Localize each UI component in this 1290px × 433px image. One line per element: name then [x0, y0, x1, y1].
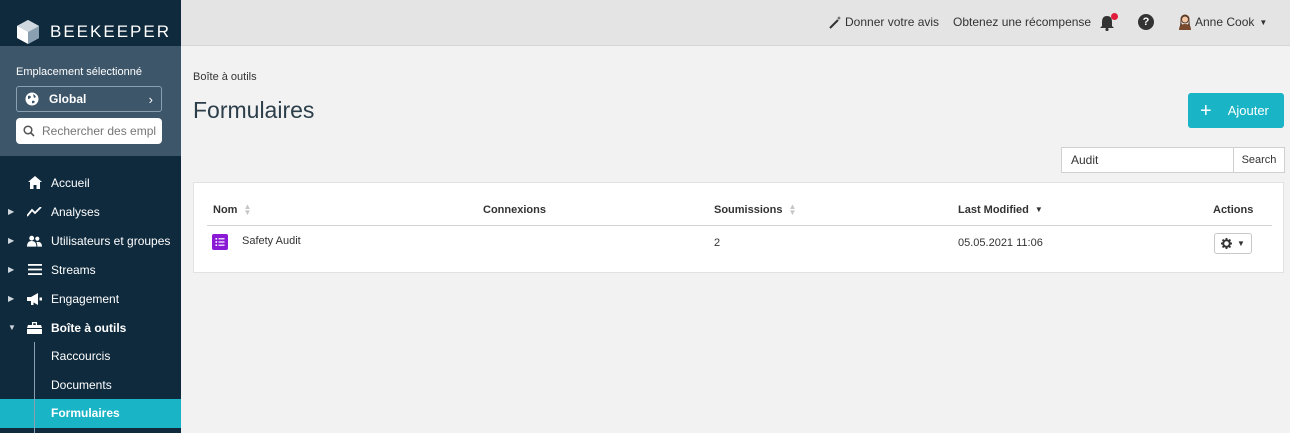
location-select[interactable]: Global › [16, 86, 162, 112]
sidebar-item-label: Boîte à outils [51, 320, 127, 335]
plus-icon: + [1200, 99, 1212, 122]
location-selected: Global [49, 92, 87, 106]
chevron-down-icon: ▼ [1237, 239, 1245, 248]
cell-last-modified: 05.05.2021 11:06 [958, 237, 1043, 249]
reward-link[interactable]: Obtenez une récompense [953, 15, 1091, 29]
column-header-submissions[interactable]: Soumissions ▲ ▼ [714, 202, 797, 217]
caret-right-icon[interactable]: ▶ [8, 265, 14, 274]
sidebar: BEEKEEPER Emplacement sélectionné Global… [0, 0, 181, 433]
notification-badge [1111, 13, 1118, 20]
location-search-input[interactable] [42, 124, 156, 138]
location-label: Emplacement sélectionné [16, 66, 142, 78]
brand-name: BEEKEEPER [50, 22, 171, 41]
sidebar-item-engagement[interactable]: ▶ Engagement [0, 284, 181, 313]
sidebar-item-streams[interactable]: ▶ Streams [0, 255, 181, 284]
feedback-label: Donner votre avis [845, 15, 940, 29]
column-header-label: Actions [1213, 204, 1254, 216]
caret-right-icon[interactable]: ▶ [8, 207, 14, 216]
sidebar-item-label: Streams [51, 262, 96, 277]
sidebar-subitem-raccourcis[interactable]: Raccourcis [0, 342, 181, 371]
row-actions-button[interactable]: ▼ [1214, 233, 1252, 254]
chart-line-icon [27, 205, 42, 219]
search-icon [23, 125, 35, 137]
sort-desc-icon: ▼ [1034, 205, 1043, 215]
sidebar-subitem-label: Raccourcis [51, 349, 111, 364]
column-header-label: Connexions [483, 204, 546, 216]
beekeeper-logo-icon [17, 20, 39, 44]
megaphone-icon [27, 292, 42, 306]
sidebar-item-label: Accueil [51, 175, 90, 190]
users-icon [27, 234, 42, 248]
sidebar-item-utilisateurs[interactable]: ▶ Utilisateurs et groupes [0, 226, 181, 255]
header-divider [207, 225, 1272, 226]
column-header-name[interactable]: Nom ▲ ▼ [213, 202, 252, 217]
form-icon [212, 234, 228, 250]
globe-icon [25, 92, 39, 106]
search-input[interactable] [1061, 147, 1233, 173]
column-header-label: Nom [213, 204, 238, 216]
gear-icon [1221, 238, 1233, 249]
chevron-right-icon: › [148, 91, 153, 107]
list-icon [27, 263, 42, 277]
user-name: Anne Cook [1195, 15, 1255, 29]
sidebar-subitem-documents[interactable]: Documents [0, 371, 181, 400]
breadcrumb[interactable]: Boîte à outils [193, 71, 257, 83]
sort-icon: ▲ ▼ [243, 202, 252, 217]
top-bar: Donner votre avis Obtenez une récompense… [181, 0, 1290, 46]
sidebar-item-label: Analyses [51, 204, 100, 219]
form-search: Search [1061, 147, 1285, 173]
submenu-divider [34, 342, 35, 433]
home-icon [27, 176, 42, 190]
caret-right-icon[interactable]: ▶ [8, 236, 14, 245]
sidebar-nav: Accueil ▶ Analyses ▶ Utilisateurs et gro… [0, 168, 181, 428]
sidebar-item-label: Utilisateurs et groupes [51, 233, 171, 248]
reward-label: Obtenez une récompense [953, 15, 1092, 29]
page-title: Formulaires [193, 97, 315, 123]
column-header-connections: Connexions [483, 204, 546, 216]
location-panel: Emplacement sélectionné Global › [0, 46, 181, 156]
column-header-actions: Actions [1213, 204, 1253, 216]
add-button[interactable]: + Ajouter [1188, 93, 1284, 128]
help-button[interactable]: ? [1138, 14, 1154, 30]
add-button-label: Ajouter [1227, 103, 1269, 118]
sidebar-subitem-formulaires[interactable]: Formulaires [0, 399, 181, 428]
question-icon: ? [1142, 16, 1150, 28]
sidebar-subitem-label: Documents [51, 377, 112, 392]
toolbox-icon [27, 321, 42, 335]
form-name-link[interactable]: Safety Audit [242, 235, 301, 247]
sidebar-item-label: Engagement [51, 291, 120, 306]
caret-down-icon: ▼ [1259, 17, 1268, 27]
location-search[interactable] [16, 118, 162, 144]
feedback-link[interactable]: Donner votre avis [829, 15, 939, 29]
search-button[interactable]: Search [1233, 147, 1285, 173]
column-header-last-modified[interactable]: Last Modified ▼ [958, 204, 1043, 216]
avatar [1179, 14, 1191, 30]
forms-table: Nom ▲ ▼ Connexions Soumissions ▲ ▼ Last Mo… [193, 182, 1284, 273]
sidebar-item-accueil[interactable]: Accueil [0, 168, 181, 197]
sidebar-subitem-label: Formulaires [51, 406, 120, 421]
magic-wand-icon [829, 15, 842, 29]
sidebar-item-analyses[interactable]: ▶ Analyses [0, 197, 181, 226]
caret-down-icon[interactable]: ▼ [8, 323, 16, 332]
notifications-button[interactable] [1100, 13, 1118, 32]
caret-right-icon[interactable]: ▶ [8, 294, 14, 303]
sort-icon: ▲ ▼ [788, 202, 797, 217]
sidebar-item-boite-a-outils[interactable]: ▼ Boîte à outils [0, 313, 181, 342]
column-header-label: Last Modified [958, 204, 1029, 216]
column-header-label: Soumissions [714, 204, 783, 216]
user-menu[interactable]: Anne Cook ▼ [1178, 14, 1267, 30]
cell-submissions: 2 [714, 237, 721, 249]
